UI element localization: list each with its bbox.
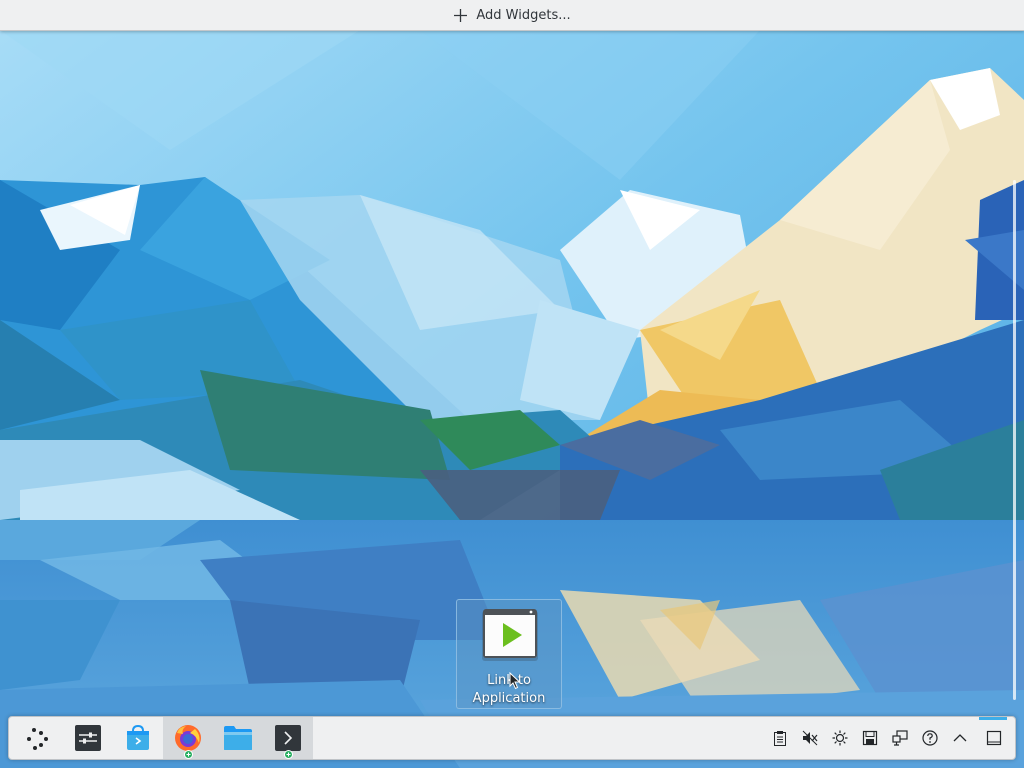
- desktop-icon-link-to-application[interactable]: Link to Application: [456, 599, 562, 709]
- tray-expand-button[interactable]: [945, 717, 975, 759]
- disk-icon: [862, 730, 878, 746]
- show-desktop-button[interactable]: [979, 717, 1009, 759]
- network-wired-icon: [892, 730, 908, 746]
- running-badge-icon: [184, 750, 193, 759]
- terminal-icon: [275, 725, 301, 751]
- volume-muted-icon: [802, 730, 818, 746]
- show-desktop-icon: [986, 730, 1002, 746]
- tray-volume[interactable]: [795, 717, 825, 759]
- task-dolphin[interactable]: [213, 717, 263, 759]
- folder-icon: [224, 726, 252, 750]
- settings-sliders-icon: [75, 725, 101, 751]
- task-manager: [13, 717, 313, 759]
- task-firefox[interactable]: [163, 717, 213, 759]
- screen-edge-handle: [1013, 180, 1016, 700]
- application-launcher-button[interactable]: [13, 717, 63, 759]
- plus-icon: [454, 8, 468, 22]
- task-system-settings[interactable]: [63, 717, 113, 759]
- expand-tray-icon: [953, 734, 967, 742]
- tray-network[interactable]: [885, 717, 915, 759]
- panel-edit-indicator: [979, 717, 1007, 720]
- system-tray: [765, 717, 975, 759]
- brightness-icon: [832, 730, 848, 746]
- task-konsole[interactable]: [263, 717, 313, 759]
- tray-brightness[interactable]: [825, 717, 855, 759]
- bottom-panel: [8, 716, 1016, 760]
- application-launcher-icon: [482, 609, 538, 661]
- mouse-cursor-icon: [509, 672, 521, 690]
- running-badge-icon: [284, 750, 293, 759]
- add-widgets-label: Add Widgets...: [476, 7, 571, 23]
- store-bag-icon: [127, 724, 149, 750]
- help-icon: [922, 730, 938, 746]
- task-discover[interactable]: [113, 717, 163, 759]
- clipboard-icon: [774, 731, 786, 746]
- kde-launcher-icon: [27, 728, 48, 750]
- edit-mode-toolbar: Add Widgets...: [0, 0, 1024, 31]
- tray-clipboard[interactable]: [765, 717, 795, 759]
- tray-help[interactable]: [915, 717, 945, 759]
- tray-disks[interactable]: [855, 717, 885, 759]
- add-widgets-button[interactable]: Add Widgets...: [447, 2, 576, 28]
- firefox-icon: [175, 725, 201, 751]
